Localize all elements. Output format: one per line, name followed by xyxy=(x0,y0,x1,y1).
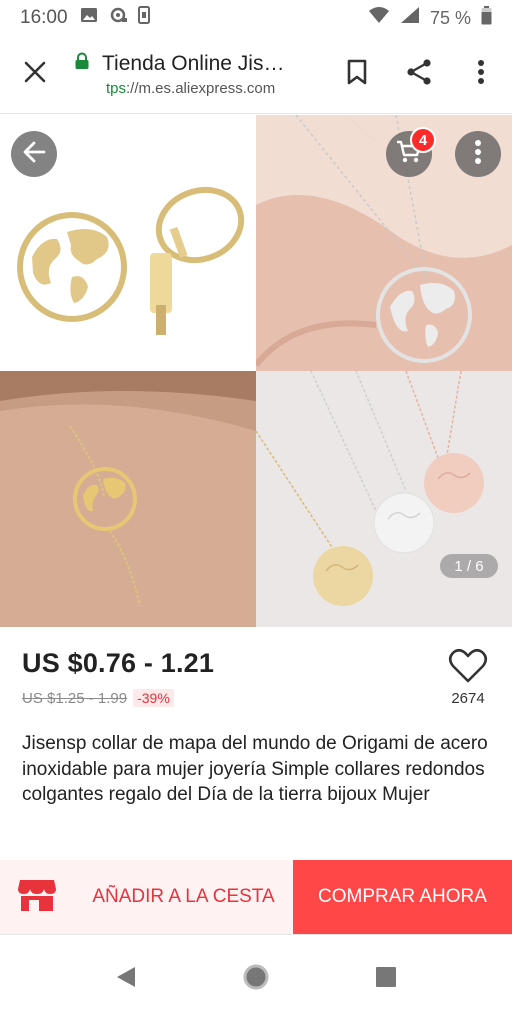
page-menu-button[interactable] xyxy=(455,131,501,177)
image-icon xyxy=(80,7,98,29)
battery-percent: 75 % xyxy=(429,7,471,28)
wifi-icon xyxy=(368,6,390,30)
share-icon xyxy=(405,58,433,91)
signal-icon xyxy=(400,6,420,30)
add-to-cart-button[interactable]: AÑADIR A LA CESTA xyxy=(74,860,293,934)
home-circle-icon xyxy=(242,963,270,996)
product-price: US $0.76 - 1.21 xyxy=(22,648,215,678)
system-nav-bar xyxy=(0,934,512,1024)
store-button[interactable] xyxy=(0,860,74,934)
bookmark-icon xyxy=(347,59,367,90)
phone-icon xyxy=(137,6,150,30)
back-arrow-icon xyxy=(22,141,46,168)
product-image-bracelet[interactable] xyxy=(0,371,256,627)
page-title: Tienda Online Jis… xyxy=(102,52,285,75)
more-vert-icon xyxy=(474,139,482,170)
image-page-counter: 1 / 6 xyxy=(440,554,498,578)
url-text: tps://m.es.aliexpress.com xyxy=(78,80,326,97)
heart-icon xyxy=(448,648,488,689)
nav-recents-button[interactable] xyxy=(366,960,406,1000)
battery-icon xyxy=(481,5,492,31)
url-title-area[interactable]: Tienda Online Jis… tps://m.es.aliexpress… xyxy=(70,52,326,97)
close-tab-button[interactable] xyxy=(0,36,70,114)
location-icon xyxy=(108,7,128,29)
original-price-row: US $1.25 - 1.99 -39% xyxy=(22,689,174,707)
recents-square-icon xyxy=(375,966,397,993)
status-bar: 16:00 75 % xyxy=(0,0,512,36)
status-time: 16:00 xyxy=(20,7,68,28)
back-button[interactable] xyxy=(11,131,57,177)
wishlist-count: 2674 xyxy=(451,690,485,707)
browser-menu-button[interactable] xyxy=(450,36,512,114)
back-triangle-icon xyxy=(115,965,137,994)
nav-home-button[interactable] xyxy=(236,960,276,1000)
product-image-gallery[interactable] xyxy=(0,115,512,627)
lock-icon xyxy=(74,52,90,76)
share-button[interactable] xyxy=(388,36,450,114)
original-price: US $1.25 - 1.99 xyxy=(22,689,128,707)
nav-back-button[interactable] xyxy=(106,960,146,1000)
more-vert-icon xyxy=(477,59,485,90)
product-title: Jisensp collar de mapa del mundo de Orig… xyxy=(22,733,488,805)
browser-toolbar: Tienda Online Jis… tps://m.es.aliexpress… xyxy=(0,36,512,114)
url-host: ://m.es.aliexpress.com xyxy=(126,80,276,97)
bookmark-button[interactable] xyxy=(326,36,388,114)
purchase-action-bar: AÑADIR A LA CESTA COMPRAR AHORA xyxy=(0,860,512,934)
cart-count-badge: 4 xyxy=(410,127,436,153)
product-image-three-necklaces[interactable] xyxy=(256,371,512,627)
discount-badge: -39% xyxy=(133,689,174,707)
buy-now-button[interactable]: COMPRAR AHORA xyxy=(293,860,512,934)
url-protocol: tps xyxy=(106,80,127,97)
close-icon xyxy=(24,61,46,88)
wishlist-button[interactable] xyxy=(446,648,490,688)
store-icon xyxy=(17,877,57,918)
